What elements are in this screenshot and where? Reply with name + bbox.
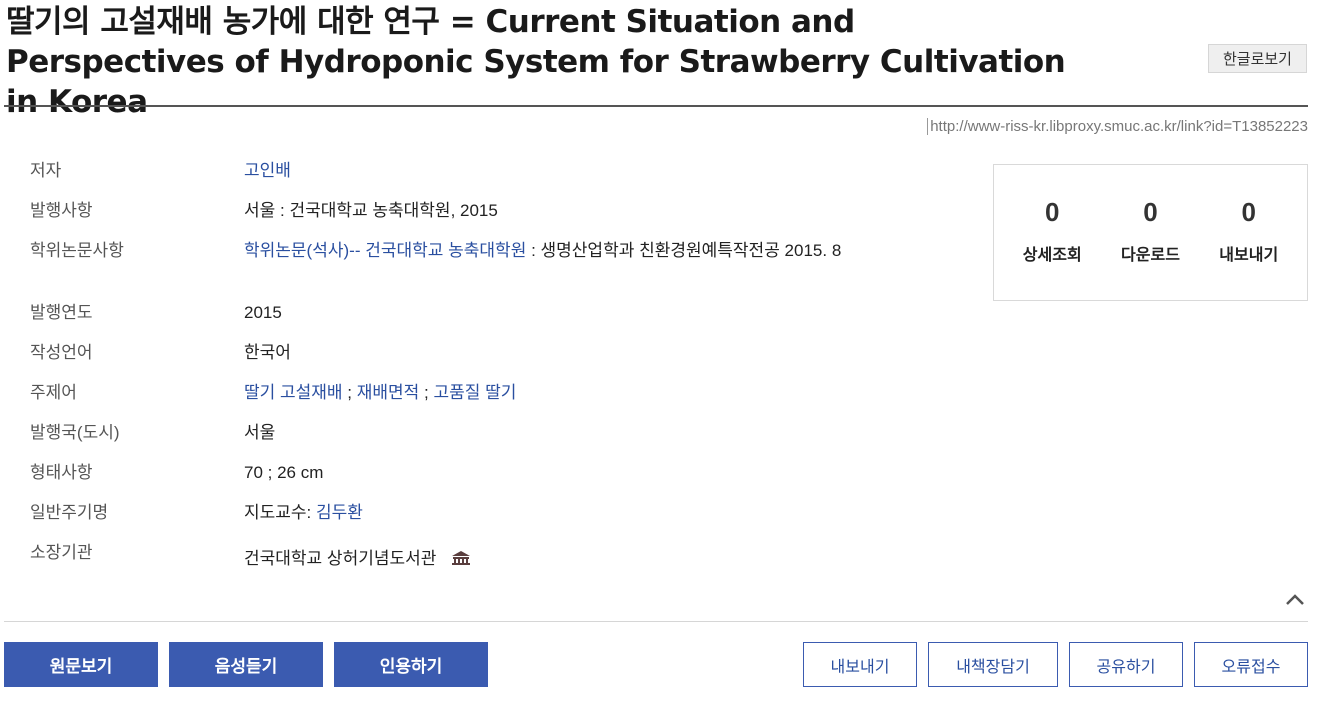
- meta-row-country: 발행국(도시) 서울: [30, 422, 870, 462]
- thesis-detail: : 생명산업학과 친환경원예특작전공 2015. 8: [526, 241, 842, 260]
- subject-link[interactable]: 재배면적: [357, 383, 420, 402]
- title-divider: [4, 105, 1308, 107]
- advisor-link[interactable]: 김두환: [316, 503, 363, 522]
- meta-value: 70 ; 26 cm: [244, 463, 324, 482]
- meta-row-holding: 소장기관 건국대학교 상허기념도서관: [30, 542, 870, 582]
- share-button[interactable]: 공유하기: [1069, 642, 1183, 687]
- meta-label: 발행연도: [30, 303, 93, 322]
- meta-label: 형태사항: [30, 463, 93, 482]
- meta-row-language: 작성언어 한국어: [30, 342, 870, 382]
- stat-exports: 0 내보내기: [1209, 197, 1289, 300]
- note-prefix: 지도교수:: [244, 503, 317, 522]
- meta-label: 주제어: [30, 383, 77, 402]
- permalink-url[interactable]: http://www-riss-kr.libproxy.smuc.ac.kr/l…: [927, 118, 1308, 135]
- usage-stats-box: 0 상세조회 0 다운로드 0 내보내기: [993, 164, 1308, 301]
- metadata-table: 저자 고인배 발행사항 서울 : 건국대학교 농축대학원, 2015 학위논문사…: [30, 160, 870, 582]
- author-link[interactable]: 고인배: [244, 161, 291, 180]
- meta-row-format: 형태사항 70 ; 26 cm: [30, 462, 870, 502]
- add-to-bookshelf-button[interactable]: 내책장담기: [928, 642, 1058, 687]
- subject-link[interactable]: 딸기 고설재배: [244, 383, 343, 402]
- library-icon[interactable]: [451, 550, 471, 572]
- stat-label: 내보내기: [1219, 247, 1279, 264]
- actions-divider: [4, 621, 1308, 622]
- subject-link[interactable]: 고품질 딸기: [433, 383, 516, 402]
- stat-label: 다운로드: [1121, 247, 1180, 264]
- meta-row-subjects: 주제어 딸기 고설재배 ; 재배면적 ; 고품질 딸기: [30, 382, 870, 422]
- stat-value: 0: [1143, 197, 1158, 227]
- listen-button[interactable]: 음성듣기: [169, 642, 323, 687]
- meta-value: 한국어: [244, 343, 291, 362]
- meta-label: 발행국(도시): [30, 423, 120, 442]
- stat-value: 0: [1045, 197, 1060, 227]
- view-original-button[interactable]: 원문보기: [4, 642, 158, 687]
- meta-label: 일반주기명: [30, 503, 109, 522]
- meta-row-year: 발행연도 2015: [30, 302, 870, 342]
- stat-label: 상세조회: [1022, 247, 1082, 264]
- meta-label: 소장기관: [30, 543, 93, 562]
- page-title: 딸기의 고설재배 농가에 대한 연구 = Current Situation a…: [6, 4, 1066, 120]
- meta-value: 서울 : 건국대학교 농축대학원, 2015: [244, 201, 498, 220]
- meta-row-thesis: 학위논문사항 학위논문(석사)-- 건국대학교 농축대학원 : 생명산업학과 친…: [30, 240, 870, 302]
- report-error-button[interactable]: 오류접수: [1194, 642, 1308, 687]
- export-button[interactable]: 내보내기: [803, 642, 917, 687]
- meta-row-note: 일반주기명 지도교수: 김두환: [30, 502, 870, 542]
- meta-label: 저자: [30, 161, 62, 180]
- stat-views: 0 상세조회: [1012, 197, 1092, 300]
- meta-row-author: 저자 고인배: [30, 160, 870, 200]
- stat-downloads: 0 다운로드: [1111, 197, 1191, 300]
- subject-separator: ;: [342, 383, 357, 402]
- thesis-link[interactable]: 학위논문(석사)-- 건국대학교 농축대학원: [244, 241, 526, 260]
- meta-row-publication: 발행사항 서울 : 건국대학교 농축대학원, 2015: [30, 200, 870, 240]
- chevron-up-icon[interactable]: [1284, 590, 1306, 608]
- meta-value: 2015: [244, 303, 282, 322]
- meta-label: 학위논문사항: [30, 241, 124, 260]
- korean-view-button[interactable]: 한글로보기: [1208, 44, 1307, 73]
- meta-value: 서울: [244, 423, 276, 442]
- stat-value: 0: [1241, 197, 1256, 227]
- cite-button[interactable]: 인용하기: [334, 642, 488, 687]
- holding-library: 건국대학교 상허기념도서관: [244, 549, 437, 568]
- meta-label: 작성언어: [30, 343, 93, 362]
- subject-separator: ;: [419, 383, 434, 402]
- meta-label: 발행사항: [30, 201, 93, 220]
